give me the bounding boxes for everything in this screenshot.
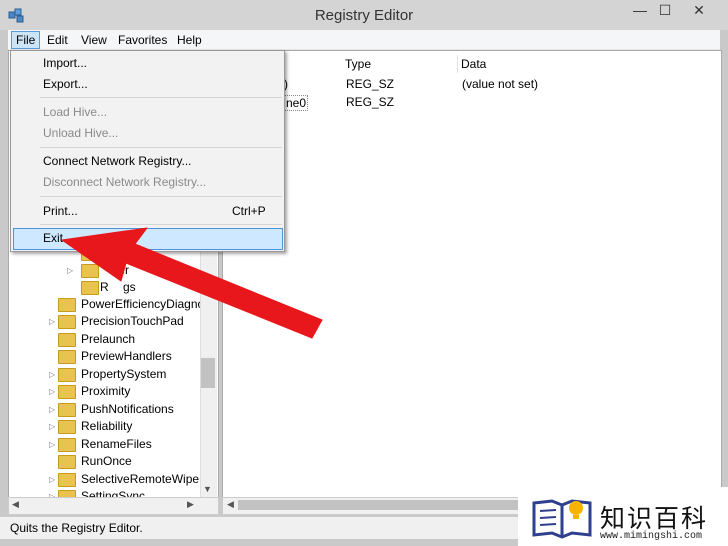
watermark-logo: 知识百科 www.mimingshi.com <box>518 487 728 546</box>
book-lightbulb-icon <box>532 499 592 539</box>
red-arrow-icon <box>61 227 323 339</box>
watermark-text: 知识百科 <box>600 504 709 533</box>
watermark-url: www.mimingshi.com <box>600 531 703 542</box>
